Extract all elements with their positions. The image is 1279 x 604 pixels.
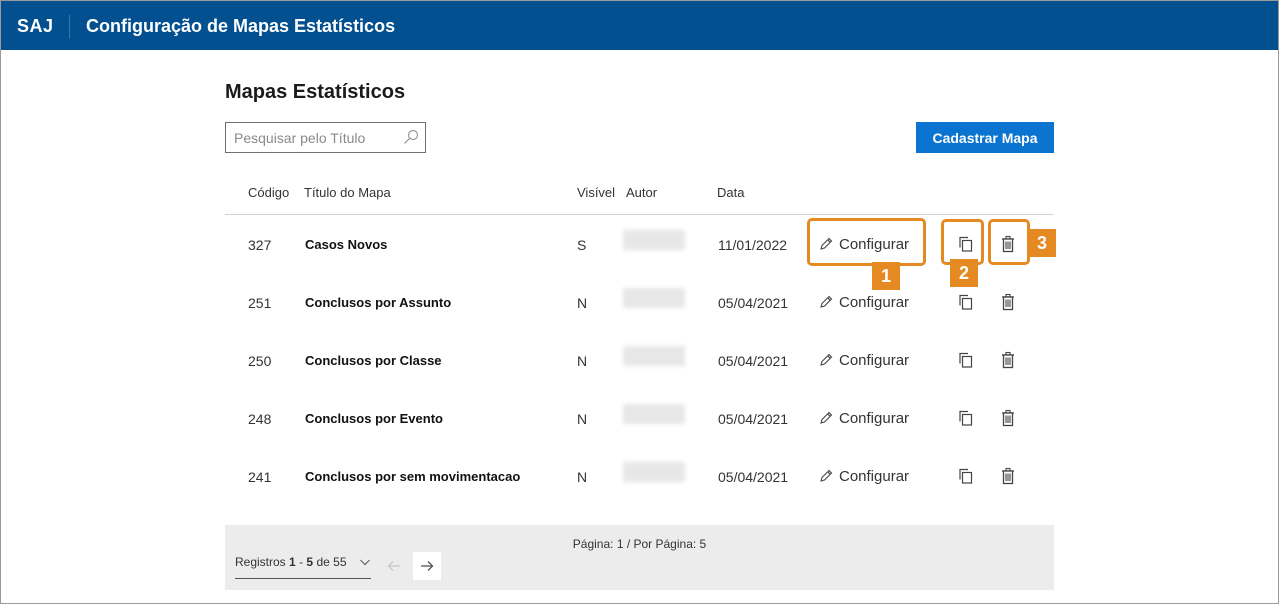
search-box[interactable] [225,122,426,153]
pencil-icon [820,411,833,424]
records-range-end: 5 [306,555,314,569]
copy-icon [959,352,973,368]
row-author-blurred [623,462,685,482]
page-info: Página: 1 / Por Página: 5 [572,537,707,551]
row-author-blurred [623,404,685,424]
column-header-author[interactable]: Autor [626,185,657,200]
records-range-start: 1 [289,555,296,569]
row-author-blurred [623,288,685,308]
pencil-icon [820,469,833,482]
app-window: SAJ Configuração de Mapas Estatísticos M… [0,0,1279,604]
configure-label: Configurar [839,351,910,369]
copy-button[interactable] [954,348,978,372]
records-of-label: de [316,555,330,569]
configure-label: Configurar [839,293,910,311]
row-code: 248 [248,411,272,427]
copy-icon [959,468,973,484]
row-title: Casos Novos [305,237,388,252]
search-input[interactable] [226,123,404,152]
configure-button[interactable]: Configurar [819,347,909,373]
copy-icon [959,410,973,426]
row-code: 250 [248,353,272,369]
trash-icon [1002,409,1014,427]
trash-icon [1002,293,1014,311]
copy-button[interactable] [954,290,978,314]
copy-button[interactable] [954,464,978,488]
records-summary[interactable]: Registros 1 - 5 de 55 [235,555,347,569]
callout-configure-highlight [807,218,926,266]
row-code: 241 [248,469,272,485]
previous-page-button[interactable] [380,552,408,580]
callout-delete-highlight [988,219,1030,265]
records-total: 55 [333,555,347,569]
page-title: Mapas Estatísticos [225,81,406,103]
configure-button[interactable]: Configurar [819,463,909,489]
top-bar: SAJ Configuração de Mapas Estatísticos [1,1,1278,50]
pagination-bar: Página: 1 / Por Página: 5 Registros 1 - … [225,525,1054,590]
row-visible: N [577,411,588,427]
add-map-button[interactable]: Cadastrar Mapa [916,122,1054,153]
column-header-visible[interactable]: Visível [577,185,615,200]
row-author-blurred [623,230,685,250]
row-title: Conclusos por Evento [305,411,443,426]
trash-icon [1002,467,1014,485]
header-divider [69,15,70,39]
delete-button[interactable] [996,348,1020,372]
table-row: 327 Casos Novos S 11/01/2022 Configurar [225,230,1054,295]
delete-button[interactable] [996,290,1020,314]
records-select-underline [235,578,371,579]
column-header-title[interactable]: Título do Mapa [304,185,391,200]
configure-button[interactable]: Configurar [819,405,909,431]
configure-button[interactable]: Configurar [819,289,909,315]
callout-badge-3: 3 [1028,229,1056,257]
row-visible: S [577,237,587,253]
configure-label: Configurar [839,467,910,485]
column-header-date[interactable]: Data [717,185,744,200]
configure-label: Configurar [839,409,910,427]
records-range-sep: - [299,555,304,569]
row-code: 251 [248,295,272,311]
row-visible: N [577,353,588,369]
delete-button[interactable] [996,464,1020,488]
trash-icon [1002,351,1014,369]
table-row: 251 Conclusos por Assunto N 05/04/2021 C… [225,288,1054,353]
column-header-code[interactable]: Código [248,185,289,200]
delete-button[interactable] [996,406,1020,430]
table-row: 248 Conclusos por Evento N 05/04/2021 Co… [225,404,1054,469]
search-icon[interactable] [403,129,419,145]
chevron-down-icon[interactable] [359,555,371,567]
row-date: 05/04/2021 [718,469,789,485]
row-visible: N [577,295,588,311]
row-title: Conclusos por sem movimentacao [305,469,521,484]
row-author-blurred [623,346,685,366]
pencil-icon [820,295,833,308]
row-date: 05/04/2021 [718,353,789,369]
row-title: Conclusos por Classe [305,353,442,368]
table-row: 241 Conclusos por sem movimentacao N 05/… [225,462,1054,527]
row-code: 327 [248,237,272,253]
table-header-divider [225,214,1054,215]
arrow-right-icon [421,561,434,571]
records-label: Registros [235,555,286,569]
row-date: 05/04/2021 [718,295,789,311]
copy-icon [959,294,973,310]
callout-badge-2: 2 [950,259,978,287]
callout-badge-1: 1 [872,262,900,290]
copy-button[interactable] [954,406,978,430]
saj-logo[interactable]: SAJ [17,16,54,37]
arrow-left-icon [387,561,400,571]
row-date: 11/01/2022 [718,237,788,253]
table-row: 250 Conclusos por Classe N 05/04/2021 Co… [225,346,1054,411]
row-title: Conclusos por Assunto [305,295,452,310]
app-title: Configuração de Mapas Estatísticos [86,16,396,36]
next-page-button[interactable] [413,552,441,580]
pencil-icon [820,353,833,366]
row-visible: N [577,469,588,485]
row-date: 05/04/2021 [718,411,789,427]
